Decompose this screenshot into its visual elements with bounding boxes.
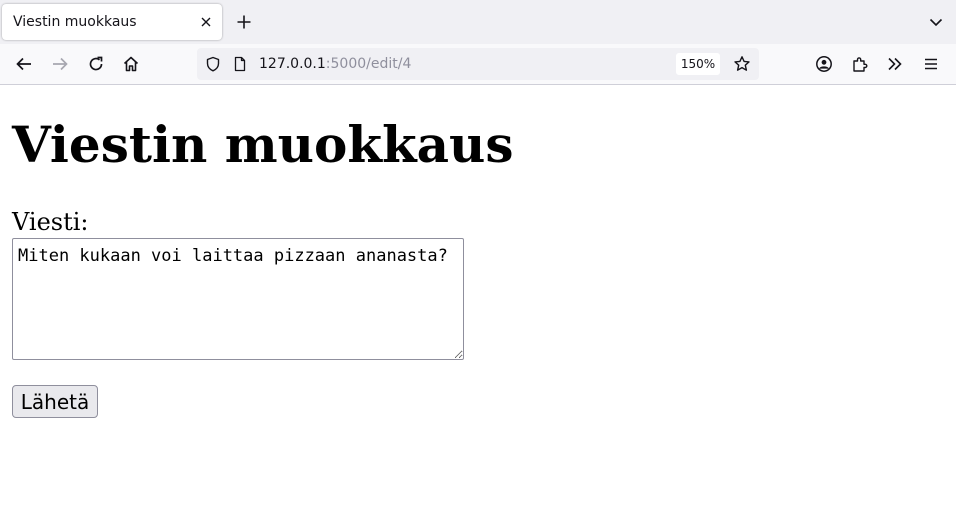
forward-arrow-icon[interactable] (46, 50, 74, 78)
tab-title: Viestin muokkaus (13, 14, 137, 30)
extensions-puzzle-icon[interactable] (846, 50, 874, 78)
zoom-level-badge[interactable]: 150% (676, 53, 720, 75)
more-tools-chevrons-icon[interactable] (881, 50, 909, 78)
url-host: 127.0.0.1 (259, 56, 326, 72)
page-content: Viestin muokkaus Viesti: Miten kukaan vo… (0, 85, 956, 510)
hamburger-menu-icon[interactable] (917, 50, 945, 78)
url-text[interactable]: 127.0.0.1:5000/edit/4 (259, 56, 411, 72)
navigation-toolbar: 127.0.0.1:5000/edit/4 150% (0, 44, 956, 85)
list-all-tabs-chevron-down-icon[interactable] (924, 10, 948, 34)
bookmark-star-icon[interactable] (731, 53, 753, 75)
message-label: Viesti: (12, 208, 89, 236)
home-icon[interactable] (117, 50, 145, 78)
shield-icon[interactable] (202, 53, 224, 75)
new-tab-plus-icon[interactable] (232, 10, 256, 34)
page-title: Viestin muokkaus (12, 115, 514, 174)
close-tab-icon[interactable] (196, 12, 216, 32)
page-document-icon[interactable] (229, 53, 251, 75)
tab-strip: Viestin muokkaus (0, 0, 956, 44)
reload-icon[interactable] (82, 50, 110, 78)
url-path: :5000/edit/4 (325, 56, 412, 72)
submit-button[interactable]: Lähetä (12, 385, 98, 418)
address-bar[interactable]: 127.0.0.1:5000/edit/4 150% (197, 48, 759, 80)
active-tab[interactable]: Viestin muokkaus (2, 4, 222, 40)
account-icon[interactable] (810, 50, 838, 78)
back-arrow-icon[interactable] (10, 50, 38, 78)
message-textarea[interactable]: Miten kukaan voi laittaa pizzaan ananast… (12, 238, 464, 360)
